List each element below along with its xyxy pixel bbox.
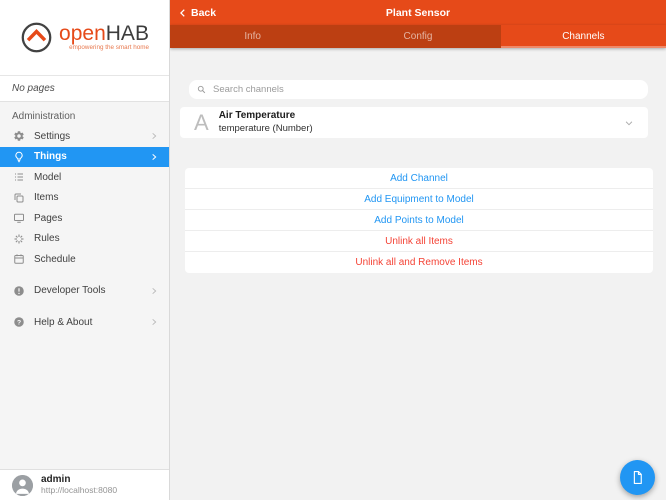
sidebar-item-items[interactable]: Items <box>0 188 169 209</box>
back-button[interactable]: Back <box>178 7 216 19</box>
copy-icon <box>12 191 25 204</box>
search-icon <box>197 85 206 94</box>
sidebar-item-label: Schedule <box>34 253 76 265</box>
brand-text: openHAB empowering the smart home <box>59 23 149 51</box>
tab-channels[interactable]: Channels <box>500 25 666 48</box>
sidebar-item-label: Model <box>34 171 62 183</box>
sidebar-item-things[interactable]: Things <box>0 146 169 167</box>
sidebar-item-label: Settings <box>34 130 71 142</box>
add-equipment-to-model-button[interactable]: Add Equipment to Model <box>185 189 653 210</box>
add-points-to-model-button[interactable]: Add Points to Model <box>185 210 653 231</box>
monitor-icon <box>12 212 25 225</box>
chevron-right-icon <box>150 132 159 141</box>
tab-bar: Info Config Channels <box>170 25 666 48</box>
sparkle-icon <box>12 232 25 245</box>
back-label: Back <box>191 6 217 19</box>
chevron-right-icon <box>150 318 159 327</box>
tab-info[interactable]: Info <box>170 25 335 48</box>
actions-list: Add Channel Add Equipment to Model Add P… <box>185 168 653 273</box>
sidebar-item-model[interactable]: Model <box>0 167 169 188</box>
sidebar-item-label: Items <box>34 192 59 204</box>
question-circle-icon: ? <box>12 316 25 329</box>
brand-open: open <box>59 22 106 46</box>
sidebar-item-settings[interactable]: Settings <box>0 126 169 147</box>
chevron-right-icon <box>150 286 159 295</box>
search-input[interactable] <box>211 83 648 96</box>
openhab-logo-icon <box>21 22 52 53</box>
search-bar <box>189 80 648 99</box>
lightbulb-icon <box>12 150 25 163</box>
brand-tagline: empowering the smart home <box>69 44 149 52</box>
add-channel-button[interactable]: Add Channel <box>185 168 653 189</box>
channel-row-air-temperature[interactable]: A Air Temperature temperature (Number) <box>180 107 648 138</box>
channel-title: Air Temperature <box>218 110 296 122</box>
user-account[interactable]: admin http://localhost:8080 <box>0 469 169 500</box>
sidebar-item-label: Developer Tools <box>34 285 106 297</box>
channel-subtitle: temperature (Number) <box>218 122 313 134</box>
chevron-left-icon <box>180 8 185 17</box>
document-icon <box>633 471 642 484</box>
sidebar: openHAB empowering the smart home No pag… <box>0 0 170 500</box>
sidebar-item-label: Help & About <box>34 316 93 328</box>
sidebar-item-label: Things <box>34 151 67 163</box>
sidebar-item-label: Pages <box>34 212 63 224</box>
channel-type-badge: A <box>194 109 209 135</box>
sidebar-item-rules[interactable]: Rules <box>0 229 169 250</box>
code-view-fab-button[interactable] <box>620 460 655 495</box>
exclamation-circle-icon <box>12 284 25 297</box>
openhab-logo: openHAB empowering the smart home <box>0 0 169 76</box>
unlink-all-and-remove-items-button[interactable]: Unlink all and Remove Items <box>185 252 653 273</box>
page-title: Plant Sensor <box>385 6 451 19</box>
tab-config[interactable]: Config <box>335 25 500 48</box>
unlink-all-items-button[interactable]: Unlink all Items <box>185 231 653 252</box>
chevron-down-icon <box>624 118 634 128</box>
brand-hab: HAB <box>105 22 149 46</box>
main-panel: Back Plant Sensor Info Config Channels A… <box>170 0 666 500</box>
gear-icon <box>12 130 25 143</box>
calendar-icon <box>12 253 25 266</box>
administration-section-label: Administration <box>12 111 76 122</box>
sidebar-item-schedule[interactable]: Schedule <box>0 249 169 270</box>
server-url: http://localhost:8080 <box>41 484 118 495</box>
sidebar-item-pages[interactable]: Pages <box>0 208 169 229</box>
sidebar-item-label: Rules <box>34 233 60 245</box>
avatar <box>12 474 33 496</box>
no-pages-label: No pages <box>0 76 169 102</box>
chevron-right-icon <box>150 152 159 161</box>
sidebar-menu: Settings Things Model Items Pages Rules … <box>0 126 169 333</box>
svg-text:?: ? <box>16 320 20 327</box>
navbar: Back Plant Sensor <box>170 0 666 25</box>
model-list-icon <box>12 171 25 184</box>
sidebar-item-developer-tools[interactable]: Developer Tools <box>0 281 169 302</box>
sidebar-item-help-about[interactable]: ? Help & About <box>0 312 169 333</box>
